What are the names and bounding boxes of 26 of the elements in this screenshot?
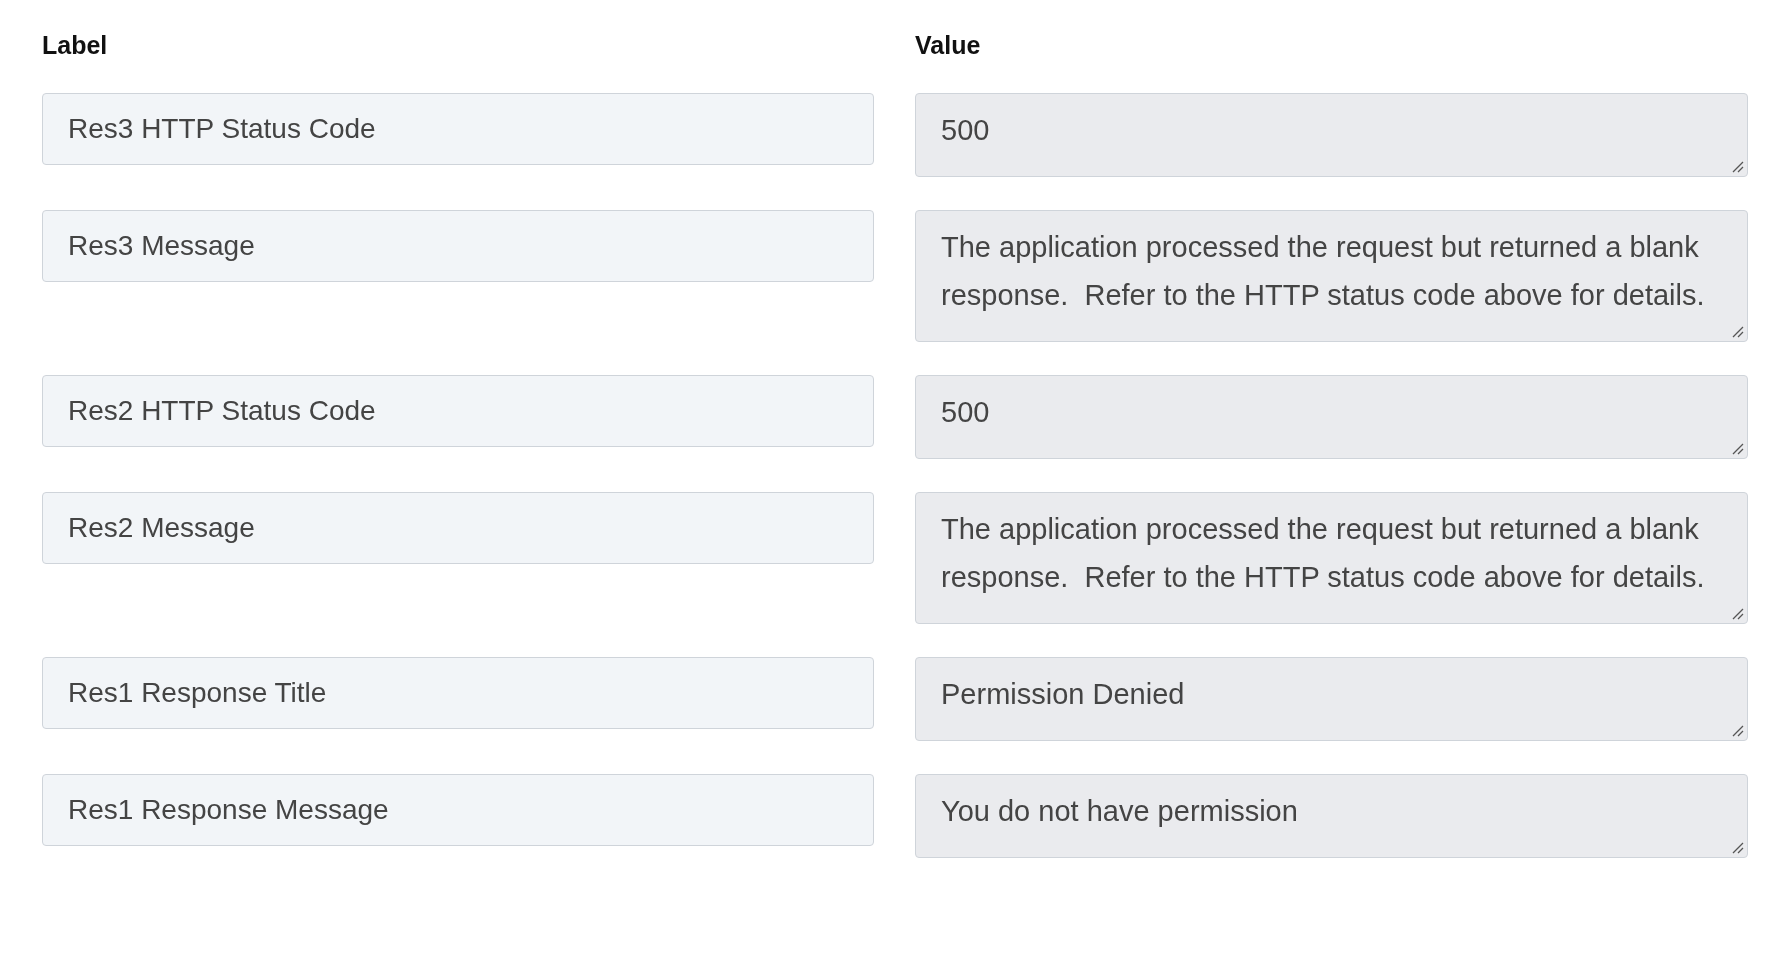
column-header: Label xyxy=(42,30,108,62)
resize-handle-icon[interactable] xyxy=(1730,606,1744,620)
field-value: 500 xyxy=(941,396,990,428)
label-field[interactable]: Res1 Response Title xyxy=(42,657,874,729)
field-value: 500 xyxy=(941,114,990,146)
label-field[interactable]: Res3 HTTP Status Code xyxy=(42,93,874,165)
label-field[interactable]: Res2 HTTP Status Code xyxy=(42,375,874,447)
value-field[interactable]: The application processed the request but returned a blank response. Refer to the HTTP status code above for details. xyxy=(915,492,1748,624)
resize-handle-icon[interactable] xyxy=(1730,159,1744,173)
field-value: The application processed the request but returned a blank response. Refer to the HTTP status code above for details. xyxy=(941,231,1706,311)
label-field[interactable]: Res1 Response Message xyxy=(42,774,874,846)
value-field[interactable]: Permission Denied xyxy=(915,657,1748,741)
value-field[interactable]: You do not have permission xyxy=(915,774,1748,858)
label-field[interactable]: Res2 Message xyxy=(42,492,874,564)
value-field[interactable]: 500 xyxy=(915,93,1748,177)
value-field[interactable]: 500 xyxy=(915,375,1748,459)
field-value: You do not have permission xyxy=(941,795,1298,827)
column-header: Value xyxy=(915,30,981,62)
label-field[interactable]: Res3 Message xyxy=(42,210,874,282)
resize-handle-icon[interactable] xyxy=(1730,840,1744,854)
resize-handle-icon[interactable] xyxy=(1730,441,1744,455)
field-value: Permission Denied xyxy=(941,678,1185,710)
resize-handle-icon[interactable] xyxy=(1730,324,1744,338)
field-value: The application processed the request but returned a blank response. Refer to the HTTP status code above for details. xyxy=(941,513,1706,593)
resize-handle-icon[interactable] xyxy=(1730,723,1744,737)
value-field[interactable]: The application processed the request but returned a blank response. Refer to the HTTP status code above for details. xyxy=(915,210,1748,342)
